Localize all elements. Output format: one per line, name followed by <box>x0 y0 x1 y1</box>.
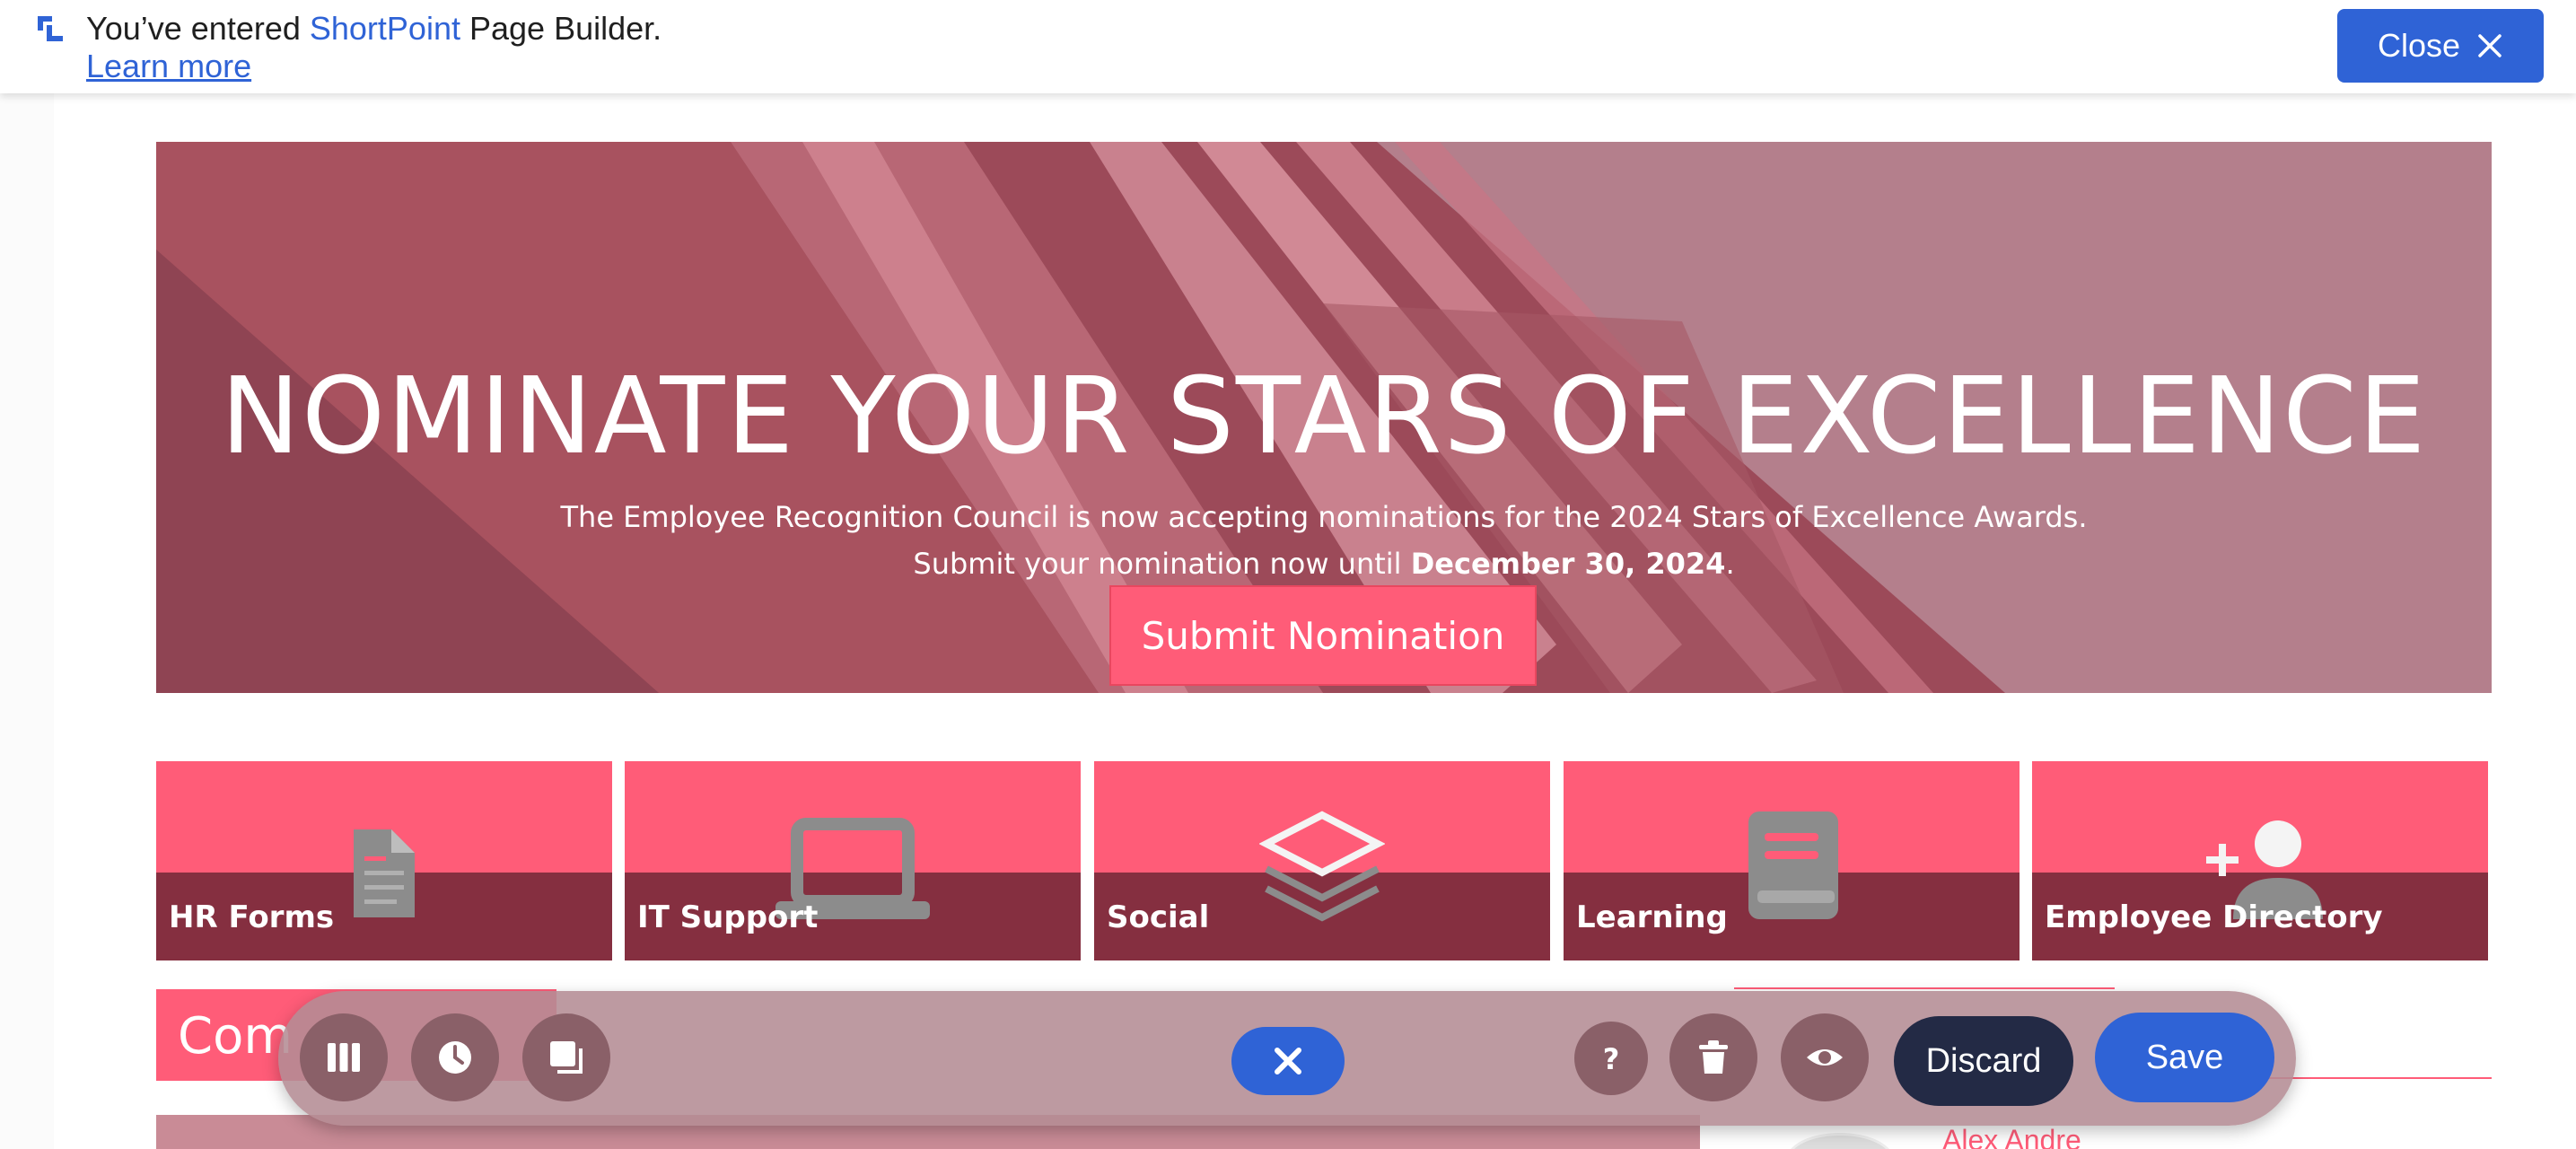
tile-social[interactable]: Social <box>1094 761 1550 960</box>
hero-deadline: Submit your nomination now until Decembe… <box>156 540 2492 587</box>
layers-icon <box>1259 811 1385 922</box>
notice-suffix: Page Builder. <box>460 10 662 47</box>
help-button[interactable]: ? <box>1574 1022 1648 1095</box>
close-icon <box>1275 1048 1301 1074</box>
trash-icon <box>1699 1040 1728 1074</box>
page-builder-notice-bar: You’ve entered ShortPoint Page Builder. … <box>0 0 2576 93</box>
learn-more-link[interactable]: Learn more <box>86 47 251 86</box>
deadline-suffix: . <box>1725 547 1735 581</box>
document-icon <box>354 829 415 917</box>
person-name[interactable]: Alex Andre <box>1942 1124 2081 1149</box>
notice-message: You’ve entered ShortPoint Page Builder. <box>86 9 662 48</box>
copy-button[interactable] <box>522 1013 610 1101</box>
lower-heading-text: Com <box>178 1007 293 1066</box>
avatar <box>1786 1133 1894 1149</box>
close-icon <box>2478 34 2502 57</box>
hero-description: The Employee Recognition Council is now … <box>560 500 2088 534</box>
left-edge-strip <box>0 93 54 1149</box>
hero-title: NOMINATE YOUR STARS OF EXCELLENCE <box>220 354 2428 478</box>
clock-icon <box>439 1041 471 1074</box>
book-icon <box>1748 811 1838 919</box>
tile-label: Learning <box>1576 899 1728 935</box>
deadline-prefix: Submit your nomination now until <box>913 547 1411 581</box>
divider <box>1734 987 2115 989</box>
tile-label: Social <box>1107 899 1210 935</box>
tile-label: HR Forms <box>169 899 335 935</box>
history-button[interactable] <box>411 1013 499 1101</box>
eye-icon <box>1807 1049 1843 1066</box>
hero-banner: NOMINATE YOUR STARS OF EXCELLENCE The Em… <box>156 142 2492 693</box>
notice-brand: ShortPoint <box>309 10 460 47</box>
tile-it-support[interactable]: IT Support <box>625 761 1081 960</box>
page: You’ve entered ShortPoint Page Builder. … <box>0 0 2576 1149</box>
tile-employee-directory[interactable]: Employee Directory <box>2032 761 2488 960</box>
help-icon: ? <box>1603 1042 1620 1076</box>
tile-hr-forms[interactable]: HR Forms <box>156 761 612 960</box>
discard-button[interactable]: Discard <box>1894 1016 2073 1106</box>
notice-prefix: You’ve entered <box>86 10 310 47</box>
svg-text:?: ? <box>1603 1042 1620 1076</box>
save-button[interactable]: Save <box>2095 1013 2274 1102</box>
close-builder-button[interactable]: Close <box>2337 9 2544 83</box>
columns-icon <box>328 1043 360 1072</box>
delete-button[interactable] <box>1669 1013 1757 1101</box>
preview-button[interactable] <box>1781 1013 1869 1101</box>
submit-nomination-button[interactable]: Submit Nomination <box>1109 585 1537 686</box>
close-button-label: Close <box>2377 27 2461 64</box>
tile-label: Employee Directory <box>2045 899 2383 935</box>
deadline-date: December 30, 2024 <box>1410 547 1726 581</box>
shortpoint-logo-icon <box>38 16 63 41</box>
editor-toolbar: ? Discard Save <box>278 991 2296 1126</box>
copy-icon <box>550 1041 583 1074</box>
close-toolbar-button[interactable] <box>1231 1027 1345 1095</box>
tile-label: IT Support <box>637 899 819 935</box>
columns-button[interactable] <box>300 1013 388 1101</box>
tile-learning[interactable]: Learning <box>1564 761 2020 960</box>
